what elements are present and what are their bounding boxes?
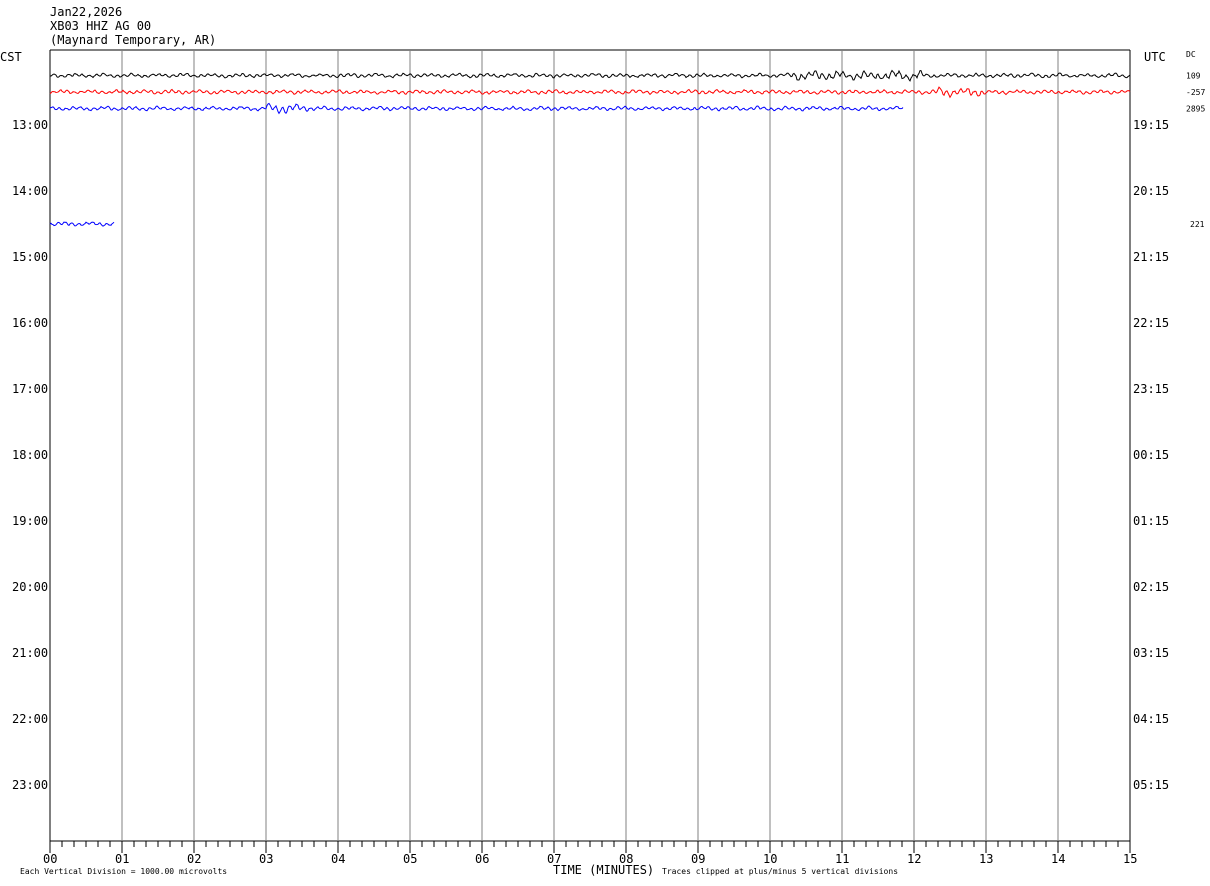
- cst-hour-label: 20:00: [12, 580, 48, 594]
- cst-label: CST: [0, 50, 22, 64]
- x-tick-label: 05: [403, 852, 417, 866]
- utc-hour-label: 03:15: [1133, 646, 1169, 660]
- cst-hour-label: 17:00: [12, 382, 48, 396]
- utc-hour-label: 02:15: [1133, 580, 1169, 594]
- dc-offset-label: 221: [1190, 220, 1205, 229]
- x-tick-label: 02: [187, 852, 201, 866]
- cst-hour-label: 13:00: [12, 118, 48, 132]
- x-tick-label: 12: [907, 852, 921, 866]
- x-tick-label: 10: [763, 852, 777, 866]
- cst-hour-label: 19:00: [12, 514, 48, 528]
- utc-hour-label: 00:15: [1133, 448, 1169, 462]
- x-tick-label: 03: [259, 852, 273, 866]
- cst-hour-label: 23:00: [12, 778, 48, 792]
- dc-offset-label: 2895: [1186, 105, 1205, 114]
- x-tick-label: 14: [1051, 852, 1065, 866]
- scale-note: Each Vertical Division = 1000.00 microvo…: [20, 867, 227, 876]
- x-tick-label: 07: [547, 852, 561, 866]
- x-tick-label: 13: [979, 852, 993, 866]
- cst-hour-label: 22:00: [12, 712, 48, 726]
- trace-1245: [49, 102, 904, 115]
- trace-1430: [49, 221, 115, 227]
- dc-offset-label: 109: [1186, 72, 1201, 81]
- x-tick-label: 09: [691, 852, 705, 866]
- trace-layer: [49, 69, 1131, 227]
- x-tick-label: 08: [619, 852, 633, 866]
- cst-hour-label: 14:00: [12, 184, 48, 198]
- utc-hour-label: 23:15: [1133, 382, 1169, 396]
- x-tick-label: 11: [835, 852, 849, 866]
- cst-hour-label: 21:00: [12, 646, 48, 660]
- x-tick-label: 01: [115, 852, 129, 866]
- trace-1230: [49, 86, 1131, 99]
- utc-hour-label: 19:15: [1133, 118, 1169, 132]
- cst-hour-label: 15:00: [12, 250, 48, 264]
- x-tick-label: 06: [475, 852, 489, 866]
- cst-hour-label: 18:00: [12, 448, 48, 462]
- grid-layer: [49, 49, 1131, 853]
- cst-hour-label: 16:00: [12, 316, 48, 330]
- utc-hour-label: 05:15: [1133, 778, 1169, 792]
- dc-label: DC: [1186, 50, 1196, 59]
- x-axis-title: TIME (MINUTES): [553, 863, 654, 877]
- helicorder-plot: CST UTC DC TIME (MINUTES) Each Vertical …: [0, 49, 1205, 877]
- utc-label: UTC: [1144, 50, 1166, 64]
- utc-hour-label: 04:15: [1133, 712, 1169, 726]
- dc-offset-label: -257: [1186, 88, 1205, 97]
- utc-hour-label: 20:15: [1133, 184, 1169, 198]
- utc-hour-label: 22:15: [1133, 316, 1169, 330]
- x-tick-label: 15: [1123, 852, 1137, 866]
- trace-1215: [49, 69, 1131, 82]
- x-tick-label: 04: [331, 852, 345, 866]
- utc-hour-label: 01:15: [1133, 514, 1169, 528]
- x-tick-label: 00: [43, 852, 57, 866]
- clip-note: Traces clipped at plus/minus 5 vertical …: [662, 867, 898, 876]
- label-layer: CST UTC DC TIME (MINUTES) Each Vertical …: [0, 50, 1205, 877]
- utc-hour-label: 21:15: [1133, 250, 1169, 264]
